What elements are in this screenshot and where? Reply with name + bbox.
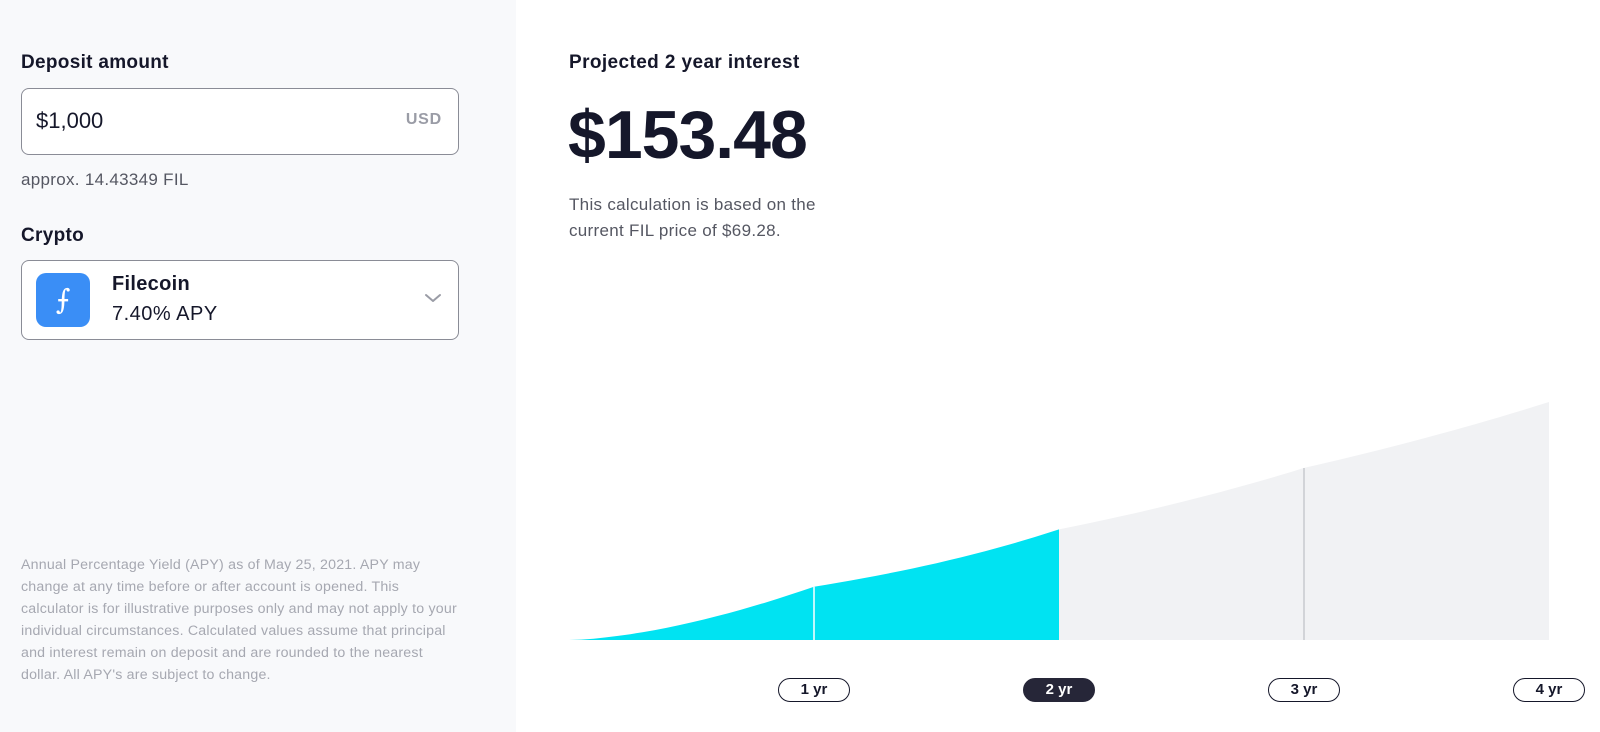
crypto-select[interactable]: ⨍ Filecoin 7.40% APY bbox=[21, 260, 459, 340]
calculator-inputs-panel: Deposit amount USD approx. 14.43349 FIL … bbox=[0, 0, 516, 732]
year-pill-3[interactable]: 3 yr bbox=[1268, 678, 1340, 702]
year-pill-1[interactable]: 1 yr bbox=[778, 678, 850, 702]
chevron-down-icon[interactable] bbox=[424, 291, 442, 305]
crypto-label: Crypto bbox=[21, 225, 85, 246]
projection-panel: Projected 2 year interest $153.48 This c… bbox=[516, 0, 1600, 732]
interest-growth-chart bbox=[569, 402, 1549, 640]
deposit-amount-field[interactable]: USD bbox=[21, 88, 459, 155]
crypto-apy: 7.40% APY bbox=[112, 303, 218, 325]
year-pill-2[interactable]: 2 yr bbox=[1023, 678, 1095, 702]
filecoin-icon: ⨍ bbox=[36, 273, 90, 327]
apy-disclaimer: Annual Percentage Yield (APY) as of May … bbox=[21, 557, 457, 683]
currency-label: USD bbox=[405, 111, 442, 128]
approx-crypto-amount: approx. 14.43349 FIL bbox=[21, 170, 189, 189]
crypto-name: Filecoin bbox=[112, 273, 190, 295]
deposit-amount-input[interactable] bbox=[36, 103, 366, 139]
year-pill-4[interactable]: 4 yr bbox=[1513, 678, 1585, 702]
interest-calculator: Deposit amount USD approx. 14.43349 FIL … bbox=[0, 0, 1600, 732]
deposit-amount-label: Deposit amount bbox=[21, 52, 169, 73]
